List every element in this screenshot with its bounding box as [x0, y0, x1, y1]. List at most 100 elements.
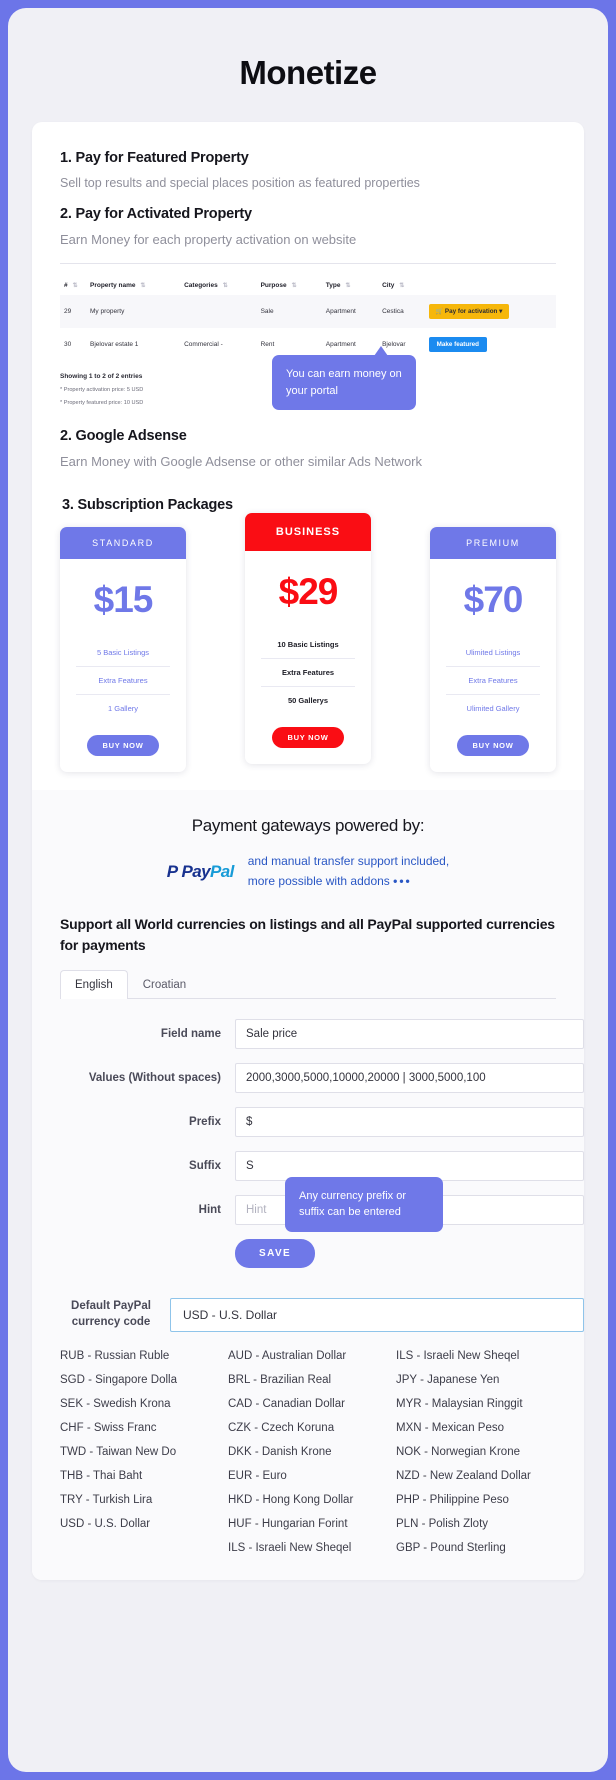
- currency-option[interactable]: CHF - Swiss Franc: [60, 1416, 220, 1440]
- tooltip-tail: [374, 346, 388, 356]
- label-suffix: Suffix: [189, 1159, 221, 1172]
- sort-icon: ⇅: [72, 283, 78, 289]
- cell-categories: Commercial -: [184, 341, 223, 348]
- save-button[interactable]: SAVE: [235, 1238, 316, 1268]
- currency-option[interactable]: SEK - Swedish Krona: [60, 1392, 220, 1416]
- currency-option[interactable]: TRY - Turkish Lira: [60, 1488, 220, 1512]
- paypal-logo-part1: Pay: [181, 861, 211, 881]
- currency-option[interactable]: CAD - Canadian Dollar: [228, 1392, 388, 1416]
- support-currencies-heading: Support all World currencies on listings…: [60, 915, 555, 953]
- th-action: [425, 276, 556, 295]
- plan-feature: 50 Gallerys: [261, 686, 355, 714]
- plan-card-premium: PREMIUM $70 Ulimited Listings Extra Feat…: [430, 527, 556, 772]
- th-purpose[interactable]: Purpose ⇅: [257, 276, 322, 295]
- currency-option[interactable]: USD - U.S. Dollar: [60, 1512, 220, 1536]
- currency-option[interactable]: RUB - Russian Ruble: [60, 1344, 220, 1368]
- label-hint: Hint: [198, 1203, 221, 1216]
- payment-gateway-section: Payment gateways powered by: P PayPal an…: [32, 790, 584, 1580]
- th-type[interactable]: Type ⇅: [322, 276, 378, 295]
- sort-icon: ⇅: [345, 283, 351, 289]
- payment-note-line1: and manual transfer support included,: [247, 854, 450, 868]
- currency-option[interactable]: NOK - Norwegian Krone: [396, 1440, 556, 1464]
- currency-option[interactable]: DKK - Danish Krone: [228, 1440, 388, 1464]
- currency-option[interactable]: PLN - Polish Zloty: [396, 1512, 556, 1536]
- tooltip-earn-money-text: You can earn money on your portal: [286, 368, 402, 397]
- buy-now-button-premium[interactable]: BUY NOW: [457, 735, 529, 756]
- tooltip-prefix-suffix-text: Any currency prefix or suffix can be ent…: [299, 1189, 406, 1219]
- table-header-row: # ⇅ Property name ⇅ Categories ⇅ Purpose ⇅ T…: [60, 276, 556, 295]
- plan-feature: 10 Basic Listings: [277, 640, 339, 649]
- field-name-input[interactable]: Sale price: [235, 1018, 584, 1049]
- default-currency-select[interactable]: USD - U.S. Dollar: [170, 1297, 584, 1332]
- cell-property-name: Bjelovar estate 1: [90, 341, 139, 348]
- language-tabs: English Croatian: [60, 969, 556, 999]
- form-row-values: Values (Without spaces) 2000,3000,5000,1…: [60, 1062, 584, 1093]
- buy-now-button-standard[interactable]: BUY NOW: [87, 735, 159, 756]
- currency-option[interactable]: EUR - Euro: [228, 1464, 388, 1488]
- tab-croatian[interactable]: Croatian: [128, 970, 201, 999]
- pay-for-activation-button[interactable]: 🛒 Pay for activation ▾: [428, 304, 510, 319]
- tooltip-earn-money: You can earn money on your portal: [272, 346, 416, 410]
- label-prefix: Prefix: [189, 1115, 221, 1128]
- section-heading-featured: 1. Pay for Featured Property: [60, 150, 249, 166]
- pay-for-activation-label: Pay for activation: [444, 308, 498, 315]
- th-num[interactable]: # ⇅: [60, 276, 86, 295]
- currency-field-form: Field name Sale price Values (Without sp…: [60, 999, 584, 1268]
- values-input[interactable]: 2000,3000,5000,10000,20000 | 3000,5000,1…: [235, 1062, 584, 1093]
- plan-button-wrap: BUY NOW: [245, 714, 371, 764]
- th-property-name[interactable]: Property name ⇅: [86, 276, 180, 295]
- paypal-logo-part2: Pal: [210, 861, 234, 881]
- section-subtext-adsense: Earn Money with Google Adsense or other …: [60, 454, 423, 469]
- section-subtext-activated: Earn Money for each property activation …: [60, 232, 357, 247]
- section-heading-adsense: 2. Google Adsense: [60, 428, 187, 444]
- table-head: # ⇅ Property name ⇅ Categories ⇅ Purpose ⇅ T…: [60, 276, 556, 295]
- th-categories[interactable]: Categories ⇅: [180, 276, 256, 295]
- plan-feature: Ulimited Gallery: [446, 694, 540, 722]
- chevron-down-icon: ▾: [499, 308, 503, 315]
- cart-icon: 🛒: [435, 309, 444, 315]
- sort-icon: ⇅: [222, 283, 228, 289]
- cell-num: 29: [60, 295, 86, 328]
- buy-now-button-business[interactable]: BUY NOW: [272, 727, 344, 748]
- app-frame: Monetize 1. Pay for Featured Property Se…: [8, 8, 608, 1772]
- currency-column-3: ILS - Israeli New Sheqel JPY - Japanese …: [396, 1344, 556, 1560]
- currency-option[interactable]: AUD - Australian Dollar: [228, 1344, 388, 1368]
- currency-option[interactable]: ILS - Israeli New Sheqel: [228, 1536, 388, 1560]
- section-heading-packages: 3. Subscription Packages: [62, 497, 233, 513]
- plan-price-premium: $70: [463, 579, 524, 620]
- currency-option[interactable]: ILS - Israeli New Sheqel: [396, 1344, 556, 1368]
- ellipsis-icon: •••: [393, 873, 412, 888]
- prefix-input[interactable]: $: [235, 1106, 584, 1137]
- currency-option[interactable]: PHP - Philippine Peso: [396, 1488, 556, 1512]
- currency-option[interactable]: MXN - Mexican Peso: [396, 1416, 556, 1440]
- currency-column-2: AUD - Australian Dollar BRL - Brazilian …: [228, 1344, 388, 1560]
- currency-option[interactable]: THB - Thai Baht: [60, 1464, 220, 1488]
- currency-option[interactable]: HKD - Hong Kong Dollar: [228, 1488, 388, 1512]
- th-city[interactable]: City ⇅: [378, 276, 425, 295]
- currency-option[interactable]: HUF - Hungarian Forint: [228, 1512, 388, 1536]
- cell-num: 30: [64, 341, 72, 348]
- currency-option[interactable]: NZD - New Zealand Dollar: [396, 1464, 556, 1488]
- sort-icon: ⇅: [291, 283, 297, 289]
- label-default-currency: Default PayPal currency code: [60, 1299, 170, 1330]
- save-row: SAVE: [60, 1238, 556, 1268]
- currency-option[interactable]: JPY - Japanese Yen: [396, 1368, 556, 1392]
- make-featured-button[interactable]: Make featured: [428, 337, 488, 352]
- payment-note: and manual transfer support included, mo…: [248, 852, 449, 892]
- plan-feature: Extra Features: [76, 666, 170, 694]
- cell-action: Make featured: [425, 328, 556, 361]
- tab-english[interactable]: English: [60, 969, 128, 999]
- sort-icon: ⇅: [140, 283, 146, 289]
- currency-column-1: RUB - Russian Ruble SGD - Singapore Doll…: [60, 1344, 220, 1560]
- currency-option[interactable]: BRL - Brazilian Real: [228, 1368, 388, 1392]
- pricing-plans: STANDARD $15 5 Basic Listings Extra Feat…: [32, 513, 584, 772]
- monetize-card: 1. Pay for Featured Property Sell top re…: [32, 122, 584, 1580]
- currency-option[interactable]: GBP - Pound Sterling: [396, 1536, 556, 1560]
- currency-option[interactable]: CZK - Czech Koruna: [228, 1416, 388, 1440]
- section-heading-activated: 2. Pay for Activated Property: [60, 206, 252, 222]
- cell-type: Apartment: [321, 295, 379, 328]
- payment-note-line2: more possible with addons: [247, 873, 390, 888]
- currency-option[interactable]: MYR - Malaysian Ringgit: [396, 1392, 556, 1416]
- currency-option[interactable]: TWD - Taiwan New Do: [60, 1440, 220, 1464]
- currency-option[interactable]: SGD - Singapore Dolla: [60, 1368, 220, 1392]
